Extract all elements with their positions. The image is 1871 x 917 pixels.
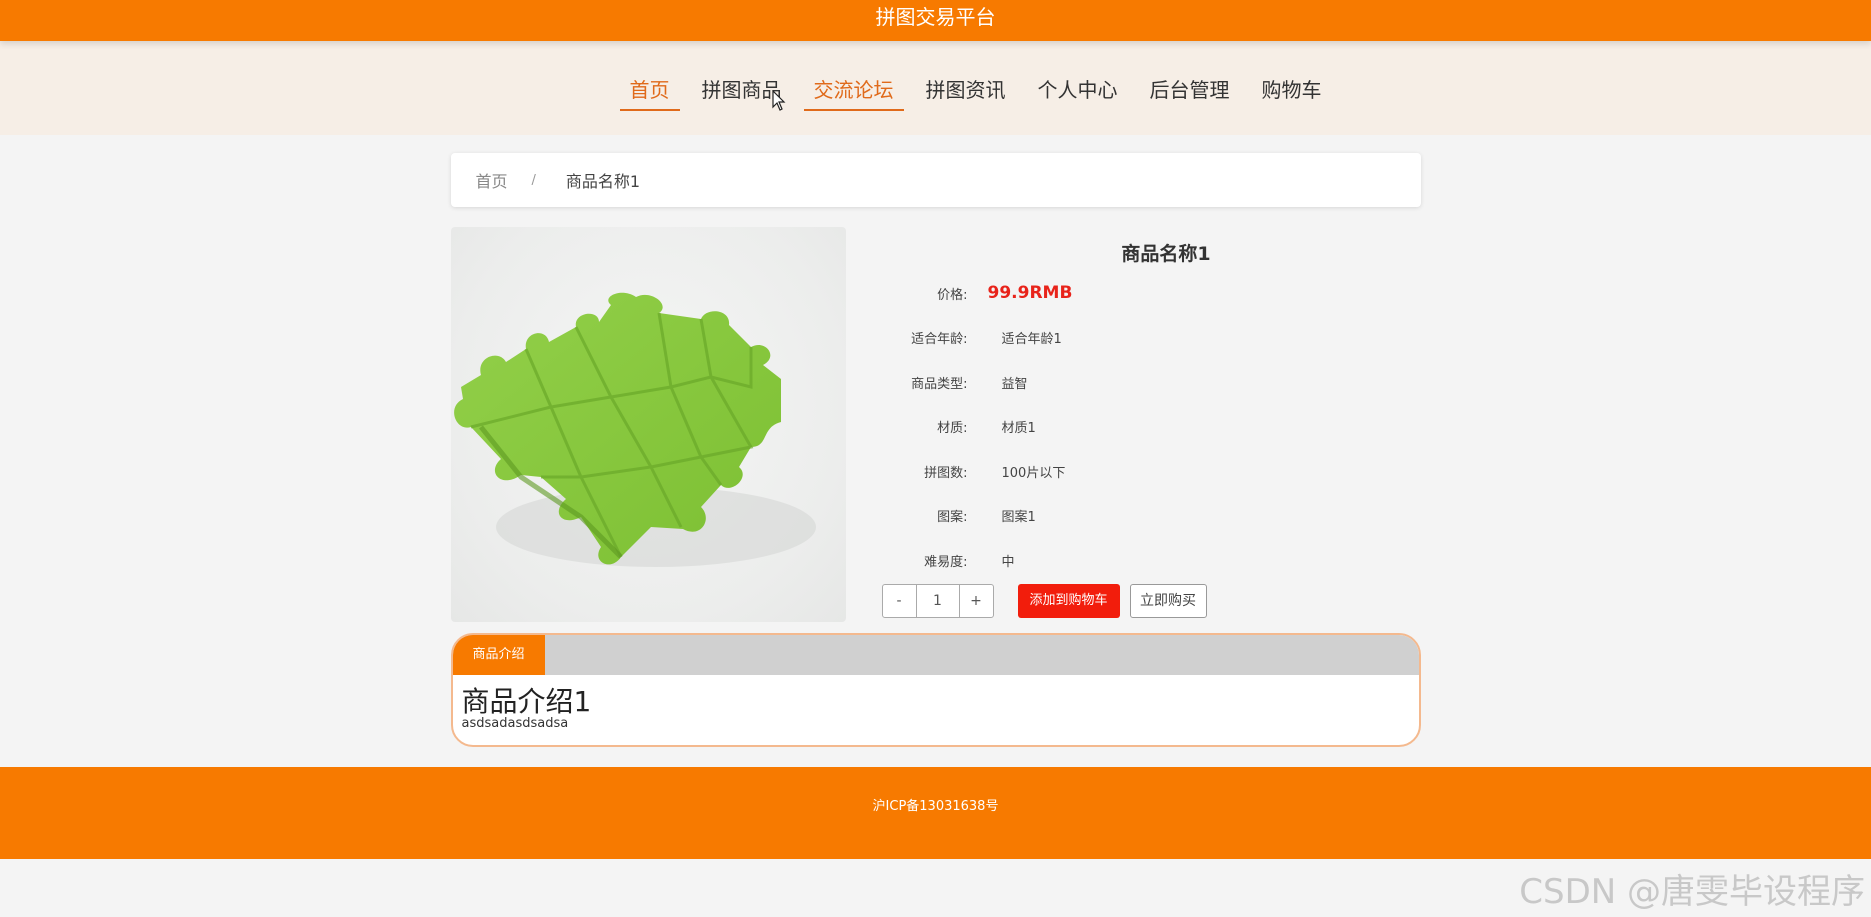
tab-product-intro[interactable]: 商品介绍 — [452, 635, 545, 675]
field-pattern: 图案: 图案1 — [882, 494, 1421, 539]
breadcrumb-home-link[interactable]: 首页 — [476, 168, 508, 192]
field-value: 中 — [1001, 554, 1015, 570]
product-image — [450, 227, 846, 622]
main-nav: 首页 拼图商品 交流论坛 拼图资讯 个人中心 后台管理 购物车 — [0, 41, 1871, 135]
breadcrumb-current: 商品名称1 — [565, 172, 641, 191]
quantity-input[interactable]: 1 — [915, 585, 960, 617]
buy-now-button[interactable]: 立即购买 — [1129, 584, 1207, 618]
nav-item-home[interactable]: 首页 — [619, 70, 680, 111]
field-label: 拼图数: — [924, 465, 968, 481]
intro-text: asdsadasdsadsa — [461, 716, 569, 731]
field-material: 材质: 材质1 — [882, 405, 1421, 450]
product-panel: 商品名称1 价格: 99.9RMB 适合年龄: 适合年龄1 商品类型: 益智 材… — [450, 227, 1421, 622]
site-header: 拼图交易平台 — [0, 0, 1871, 41]
field-value: 100片以下 — [1001, 465, 1066, 481]
site-title: 拼图交易平台 — [875, 5, 996, 29]
field-value: 适合年龄1 — [1001, 332, 1062, 348]
field-value: 图案1 — [1001, 510, 1036, 526]
breadcrumb-separator: / — [531, 172, 536, 188]
field-label: 商品类型: — [911, 376, 968, 392]
field-piece-count: 拼图数: 100片以下 — [882, 449, 1421, 494]
intro-content: 商品介绍1 asdsadasdsadsa — [453, 675, 1419, 743]
icp-record: 沪ICP备13031638号 — [872, 799, 999, 814]
field-type: 商品类型: 益智 — [882, 360, 1421, 405]
field-difficulty: 难易度: 中 — [882, 538, 1421, 583]
breadcrumb: 首页 / 商品名称1 — [450, 153, 1421, 207]
field-label: 适合年龄: — [911, 332, 968, 348]
csdn-watermark: CSDN @唐雯毕设程序 — [1519, 872, 1865, 912]
field-price: 价格: 99.9RMB — [882, 271, 1421, 316]
quantity-stepper: - 1 + — [881, 584, 994, 618]
quantity-increase-button[interactable]: + — [960, 585, 993, 617]
intro-heading: 商品介绍1 — [461, 685, 592, 718]
field-label: 图案: — [937, 510, 968, 526]
field-value: 益智 — [1001, 376, 1028, 392]
nav-item-forum[interactable]: 交流论坛 — [803, 70, 904, 111]
field-age: 适合年龄: 适合年龄1 — [882, 316, 1421, 361]
field-label: 难易度: — [924, 554, 968, 570]
site-footer: 沪ICP备13031638号 — [0, 767, 1871, 859]
nav-item-personal-center[interactable]: 个人中心 — [1028, 70, 1128, 111]
main-content: 首页 / 商品名称1 商品名称1 价格: 99.9RMB 适合年龄: 适合年龄1… — [450, 153, 1421, 747]
product-intro-panel: 商品介绍 商品介绍1 asdsadasdsadsa — [450, 633, 1421, 747]
field-value: 材质1 — [1001, 421, 1036, 437]
field-label: 价格: — [937, 287, 968, 303]
add-to-cart-button[interactable]: 添加到购物车 — [1017, 584, 1120, 618]
green-puzzle-image — [453, 292, 816, 567]
price-value: 99.9RMB — [987, 283, 1073, 304]
product-title: 商品名称1 — [1121, 243, 1211, 265]
purchase-actions: - 1 + 添加到购物车 立即购买 — [881, 584, 1207, 618]
intro-tab-bar: 商品介绍 — [452, 635, 1419, 675]
nav-item-news[interactable]: 拼图资讯 — [916, 70, 1016, 111]
nav-item-cart[interactable]: 购物车 — [1252, 70, 1332, 111]
product-details: 商品名称1 价格: 99.9RMB 适合年龄: 适合年龄1 商品类型: 益智 材… — [846, 227, 1421, 622]
quantity-decrease-button[interactable]: - — [883, 585, 916, 617]
nav-item-admin[interactable]: 后台管理 — [1140, 70, 1240, 111]
field-label: 材质: — [937, 421, 968, 437]
